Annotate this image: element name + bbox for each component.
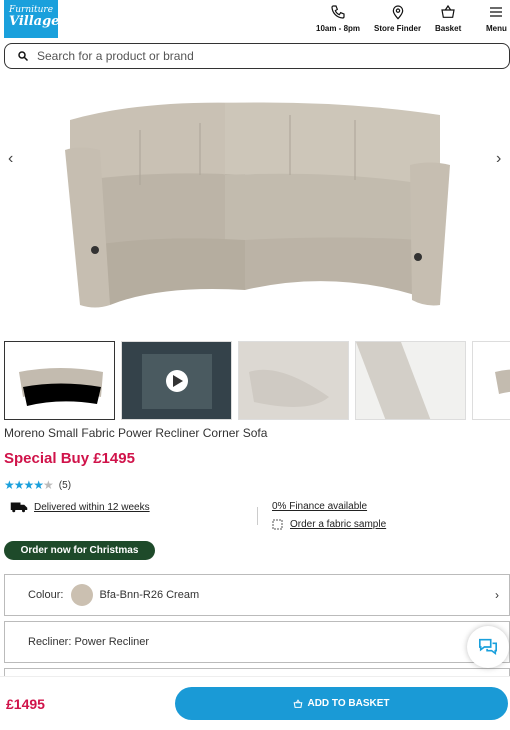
product-main-image: ‹ ›	[0, 75, 510, 335]
christmas-badge: Order now for Christmas	[4, 541, 155, 560]
rating-count: (5)	[58, 479, 72, 491]
basket-icon	[294, 698, 303, 708]
star-rating-icon: ★★★★★	[4, 478, 54, 492]
recliner-selector[interactable]: Recliner: Power Recliner	[4, 621, 510, 663]
sticky-price: £1495	[6, 696, 45, 712]
colour-value: Bfa-Bnn-R26 Cream	[99, 589, 200, 601]
phone-icon	[331, 5, 345, 19]
search-input[interactable]: Search for a product or brand	[4, 43, 510, 69]
site-header: Furniture Village 10am - 8pm Store Finde…	[0, 0, 510, 40]
thumbnail-4[interactable]	[355, 341, 466, 420]
thumbnail-1[interactable]	[4, 341, 115, 420]
chat-icon	[479, 638, 497, 655]
colour-swatch	[71, 584, 94, 606]
store-finder-label: Store Finder	[374, 24, 422, 33]
fabric-sample-link[interactable]: Order a fabric sample	[272, 518, 386, 530]
product-title: Moreno Small Fabric Power Recliner Corne…	[4, 426, 268, 440]
special-price: Special Buy £1495	[4, 450, 135, 467]
search-placeholder: Search for a product or brand	[37, 49, 194, 63]
add-to-basket-label: ADD TO BASKET	[307, 698, 390, 709]
delivery-truck-icon	[10, 502, 28, 513]
thumbnail-strip	[4, 341, 510, 421]
recliner-value: Recliner: Power Recliner	[28, 636, 150, 648]
fabric-sample-icon	[272, 519, 283, 530]
thumbnail-video[interactable]	[121, 341, 232, 420]
add-to-basket-button[interactable]: ADD TO BASKET	[175, 687, 508, 720]
location-pin-icon	[392, 5, 403, 20]
basket-icon	[441, 4, 455, 18]
divider	[257, 507, 258, 525]
chevron-right-icon: ›	[495, 588, 499, 602]
fabric-sample-text: Order a fabric sample	[290, 518, 387, 530]
colour-label: Colour:	[28, 589, 64, 601]
delivery-link[interactable]: Delivered within 12 weeks	[10, 501, 150, 513]
finance-link[interactable]: 0% Finance available	[272, 501, 367, 512]
logo-line-2: Village	[9, 14, 60, 29]
sofa-image	[65, 102, 450, 308]
menu-button[interactable]: Menu	[486, 4, 507, 33]
hamburger-icon	[490, 7, 503, 17]
brand-logo[interactable]: Furniture Village	[4, 0, 60, 38]
sticky-add-to-basket-bar: £1495 ADD TO BASKET	[0, 676, 510, 730]
prev-image-arrow[interactable]: ‹	[8, 150, 13, 168]
phone-hours-link[interactable]: 10am - 8pm	[316, 4, 360, 33]
thumbnail-3[interactable]	[238, 341, 349, 420]
rating[interactable]: ★★★★★ (5)	[4, 478, 71, 492]
colour-selector[interactable]: Colour: Bfa-Bnn-R26 Cream ›	[4, 574, 510, 616]
thumbnail-5[interactable]	[472, 341, 510, 420]
basket-link[interactable]: Basket	[435, 4, 461, 33]
delivery-text: Delivered within 12 weeks	[34, 501, 150, 513]
next-image-arrow[interactable]: ›	[496, 150, 501, 168]
chat-button[interactable]	[467, 626, 509, 668]
hours-label: 10am - 8pm	[316, 24, 361, 33]
search-icon	[18, 51, 29, 62]
menu-label: Menu	[486, 24, 507, 33]
basket-label: Basket	[435, 24, 462, 33]
finance-text: 0% Finance available	[272, 501, 368, 512]
store-finder-link[interactable]: Store Finder	[374, 4, 421, 33]
